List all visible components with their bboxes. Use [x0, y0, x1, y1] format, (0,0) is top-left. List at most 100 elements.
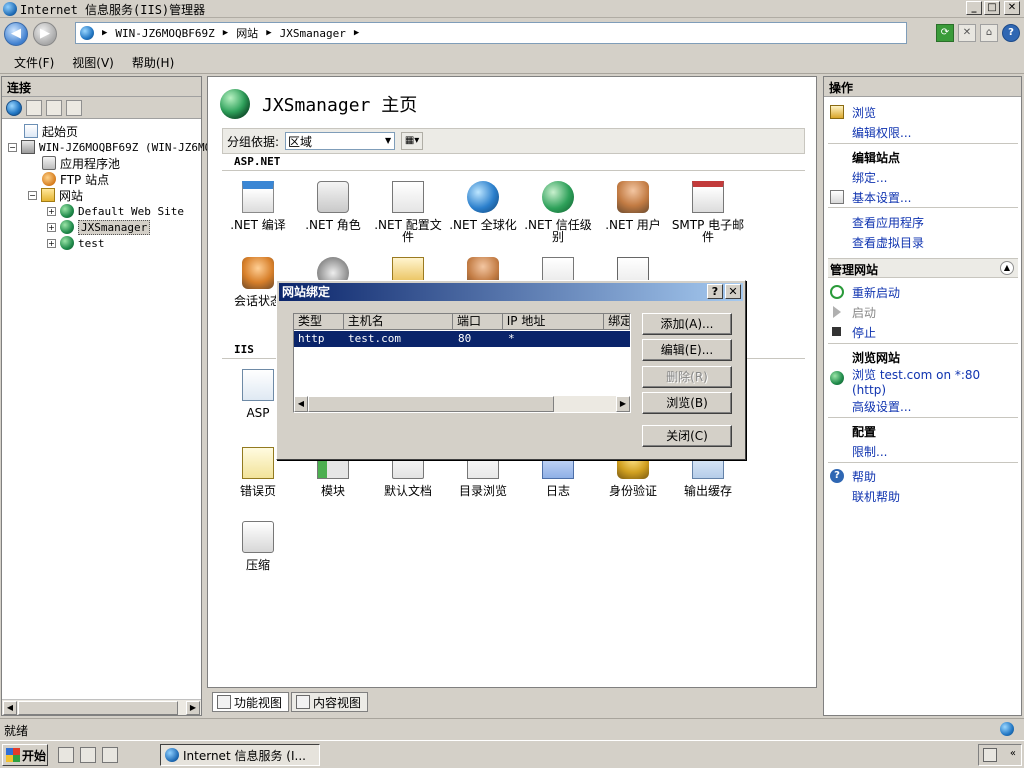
scroll-right-icon[interactable]: ▶ — [616, 396, 630, 412]
save-icon[interactable] — [26, 99, 42, 116]
scroll-thumb[interactable] — [308, 396, 554, 412]
tree-item-start-page[interactable]: 起始页 — [24, 123, 78, 139]
action-limits[interactable]: 限制... — [852, 443, 887, 460]
action-edit-permissions[interactable]: 编辑权限... — [852, 124, 911, 141]
show-desktop-icon[interactable] — [102, 747, 118, 763]
expand-icon[interactable]: + — [47, 238, 56, 248]
expand-icon[interactable]: + — [47, 222, 56, 232]
tray-network-icon[interactable] — [983, 748, 997, 762]
tree-item-jxsmanager[interactable]: + JXSmanager — [47, 219, 151, 235]
breadcrumb-server[interactable]: WIN-JZ6MOQBF69Z — [115, 27, 214, 40]
expand-icon[interactable]: + — [47, 206, 56, 216]
menu-file[interactable]: 文件(F) — [14, 54, 54, 71]
bindings-scrollbar[interactable]: ◀ ▶ — [294, 396, 630, 412]
action-stop[interactable]: 停止 — [852, 324, 876, 341]
tab-content-view[interactable]: 内容视图 — [291, 692, 369, 712]
actions-header: 操作 — [824, 77, 1021, 97]
breadcrumb-sites[interactable]: 网站 — [236, 25, 258, 41]
window-title: Internet 信息服务(IIS)管理器 — [20, 3, 206, 17]
up-icon[interactable] — [46, 99, 62, 116]
feature-label: 目录浏览 — [458, 484, 507, 498]
maximize-button[interactable]: □ — [984, 1, 1000, 15]
action-view-virtual-directories[interactable]: 查看虚拟目录 — [852, 234, 924, 251]
add-binding-button[interactable]: 添加(A)... — [642, 313, 732, 335]
column-binding[interactable]: 绑定 — [604, 314, 630, 329]
remove-binding-button[interactable]: 删除(R) — [642, 366, 732, 388]
connect-icon[interactable] — [6, 99, 22, 116]
scroll-left-icon[interactable]: ◀ — [294, 396, 308, 412]
column-port[interactable]: 端口 — [453, 314, 503, 329]
back-button[interactable]: ◀ — [4, 22, 28, 46]
menu-help[interactable]: 帮助(H) — [132, 54, 174, 71]
forward-button[interactable]: ▶ — [33, 22, 57, 46]
help-icon[interactable]: ? — [1002, 24, 1020, 42]
tree-item-sites[interactable]: − 网站 — [28, 187, 83, 203]
feature-net-globalization[interactable]: .NET 全球化 — [445, 181, 521, 231]
tree-item-default-web-site[interactable]: + Default Web Site — [47, 203, 184, 219]
tree-item-ftp-sites[interactable]: FTP 站点 — [42, 171, 109, 187]
connections-scrollbar[interactable]: ◀ ▶ — [2, 699, 201, 715]
feature-label: 模块 — [320, 484, 345, 498]
home-icon[interactable]: ⌂ — [980, 24, 998, 42]
feature-net-users[interactable]: .NET 用户 — [595, 181, 671, 231]
action-start[interactable]: 启动 — [852, 304, 876, 321]
feature-net-trust[interactable]: .NET 信任级别 — [520, 181, 596, 243]
action-browse-binding[interactable]: 浏览 test.com on *:80 (http) — [852, 366, 980, 397]
close-button[interactable]: ✕ — [1004, 1, 1020, 15]
action-advanced-settings[interactable]: 高级设置... — [852, 398, 911, 415]
feature-net-roles[interactable]: .NET 角色 — [295, 181, 371, 231]
dialog-title-bar: 网站绑定 ? ✕ — [279, 283, 743, 301]
feature-net-profile[interactable]: .NET 配置文件 — [370, 181, 446, 243]
scroll-right-icon[interactable]: ▶ — [186, 701, 200, 715]
address-bar[interactable]: ▶ WIN-JZ6MOQBF69Z ▶ 网站 ▶ JXSmanager ▶ — [75, 22, 907, 44]
manage-site-section[interactable]: 管理网站 ▲ — [828, 258, 1018, 278]
collapse-up-icon[interactable]: ▲ — [1000, 261, 1014, 275]
tree-item-server[interactable]: − WIN-JZ6MOQBF69Z (WIN-JZ6MO — [8, 139, 211, 155]
taskbar-item-iis[interactable]: Internet 信息服务 (I... — [160, 744, 320, 766]
scroll-left-icon[interactable]: ◀ — [3, 701, 17, 715]
tab-features-view[interactable]: 功能视图 — [212, 692, 290, 712]
collapse-icon[interactable]: − — [8, 142, 17, 152]
bindings-list[interactable]: 类型 主机名 端口 IP 地址 绑定 http test.com 80 * ◀ … — [293, 313, 631, 413]
minimize-button[interactable]: _ — [966, 1, 982, 15]
settings-icon — [830, 190, 844, 204]
action-bindings[interactable]: 绑定... — [852, 169, 887, 186]
menu-view[interactable]: 视图(V) — [72, 54, 114, 71]
tray-expand-icon[interactable]: « — [1010, 748, 1016, 759]
browse-binding-button[interactable]: 浏览(B) — [642, 392, 732, 414]
server-manager-icon[interactable] — [58, 747, 74, 763]
stop-icon[interactable]: ✕ — [958, 24, 976, 42]
column-type[interactable]: 类型 — [294, 314, 344, 329]
action-online-help[interactable]: 联机帮助 — [852, 488, 900, 505]
edit-binding-button[interactable]: 编辑(E)... — [642, 339, 732, 361]
column-host[interactable]: 主机名 — [344, 314, 454, 329]
scroll-thumb[interactable] — [18, 701, 178, 715]
collapse-icon[interactable]: − — [28, 190, 37, 200]
action-help[interactable]: 帮助 — [852, 468, 876, 485]
dialog-close-button[interactable]: ✕ — [725, 284, 741, 299]
feature-label: .NET 角色 — [305, 218, 361, 232]
tree-item-app-pools[interactable]: 应用程序池 — [42, 155, 120, 171]
action-basic-settings[interactable]: 基本设置... — [852, 189, 911, 206]
action-browse[interactable]: 浏览 — [852, 104, 876, 121]
action-restart[interactable]: 重新启动 — [852, 284, 900, 301]
powershell-icon[interactable] — [80, 747, 96, 763]
feature-smtp[interactable]: SMTP 电子邮件 — [670, 181, 746, 243]
group-by-select[interactable]: 区域 ▼ — [285, 132, 396, 150]
action-view-applications[interactable]: 查看应用程序 — [852, 214, 924, 231]
view-mode-button[interactable]: ▦▾ — [401, 132, 424, 150]
dialog-close-text-button[interactable]: 关闭(C) — [642, 425, 732, 447]
dialog-help-button[interactable]: ? — [707, 284, 723, 299]
column-ip[interactable]: IP 地址 — [503, 314, 605, 329]
compression-icon — [242, 521, 274, 553]
start-label: 开始 — [22, 748, 47, 763]
disconnect-icon[interactable] — [66, 99, 82, 116]
breadcrumb-site[interactable]: JXSmanager — [280, 27, 346, 40]
refresh-icon[interactable]: ⟳ — [936, 24, 954, 42]
start-button[interactable]: 开始 — [2, 744, 48, 766]
feature-net-compile[interactable]: .NET 编译 — [220, 181, 296, 231]
feature-compression[interactable]: 压缩 — [220, 521, 296, 571]
table-row[interactable]: http test.com 80 * — [294, 331, 630, 347]
edit-site-heading: 编辑站点 — [852, 151, 901, 165]
tree-item-test[interactable]: + test — [47, 235, 105, 251]
